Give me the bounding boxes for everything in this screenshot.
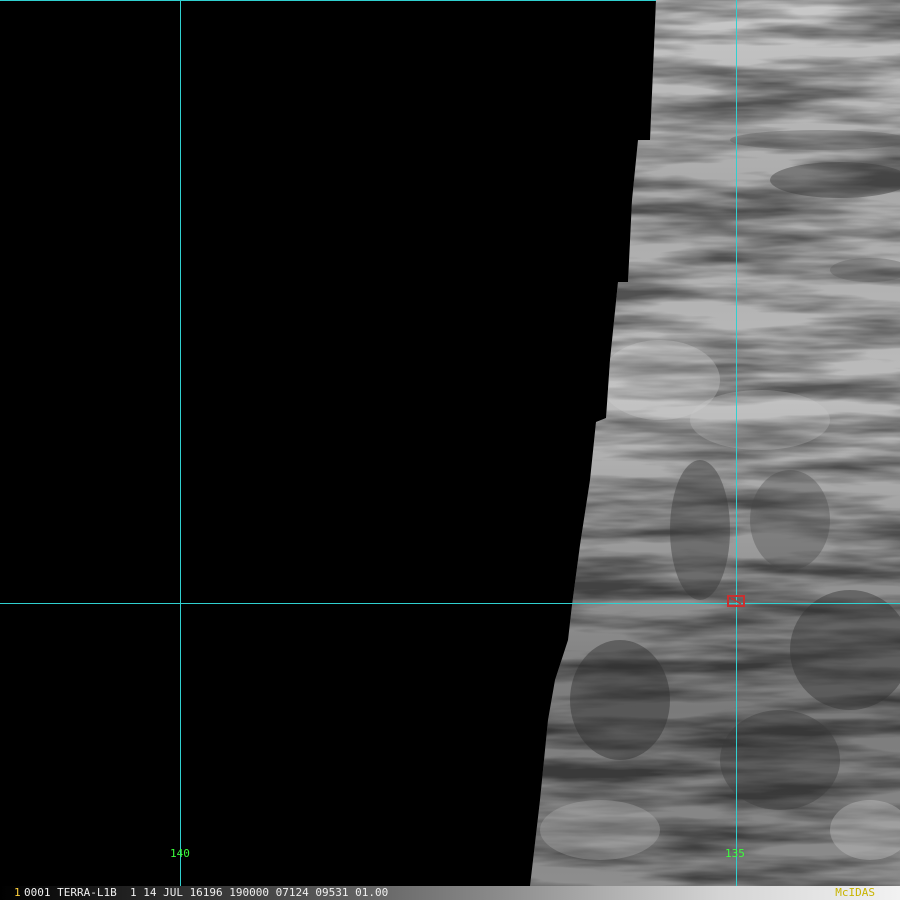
longitude-label-140: 140 — [170, 847, 190, 860]
frame-info: 0001 TERRA-L1B 1 14 JUL 16196 190000 071… — [24, 886, 389, 899]
frame-index: 1 — [14, 886, 21, 899]
software-label: McIDAS — [835, 886, 875, 899]
satellite-image-viewer: 140 135 1 0001 TERRA-L1B 1 14 JUL 16196 … — [0, 0, 900, 900]
status-bar: 1 0001 TERRA-L1B 1 14 JUL 16196 190000 0… — [0, 886, 900, 900]
cloud-swath — [530, 0, 900, 886]
satellite-imagery — [0, 0, 900, 886]
longitude-label-135: 135 — [725, 847, 745, 860]
